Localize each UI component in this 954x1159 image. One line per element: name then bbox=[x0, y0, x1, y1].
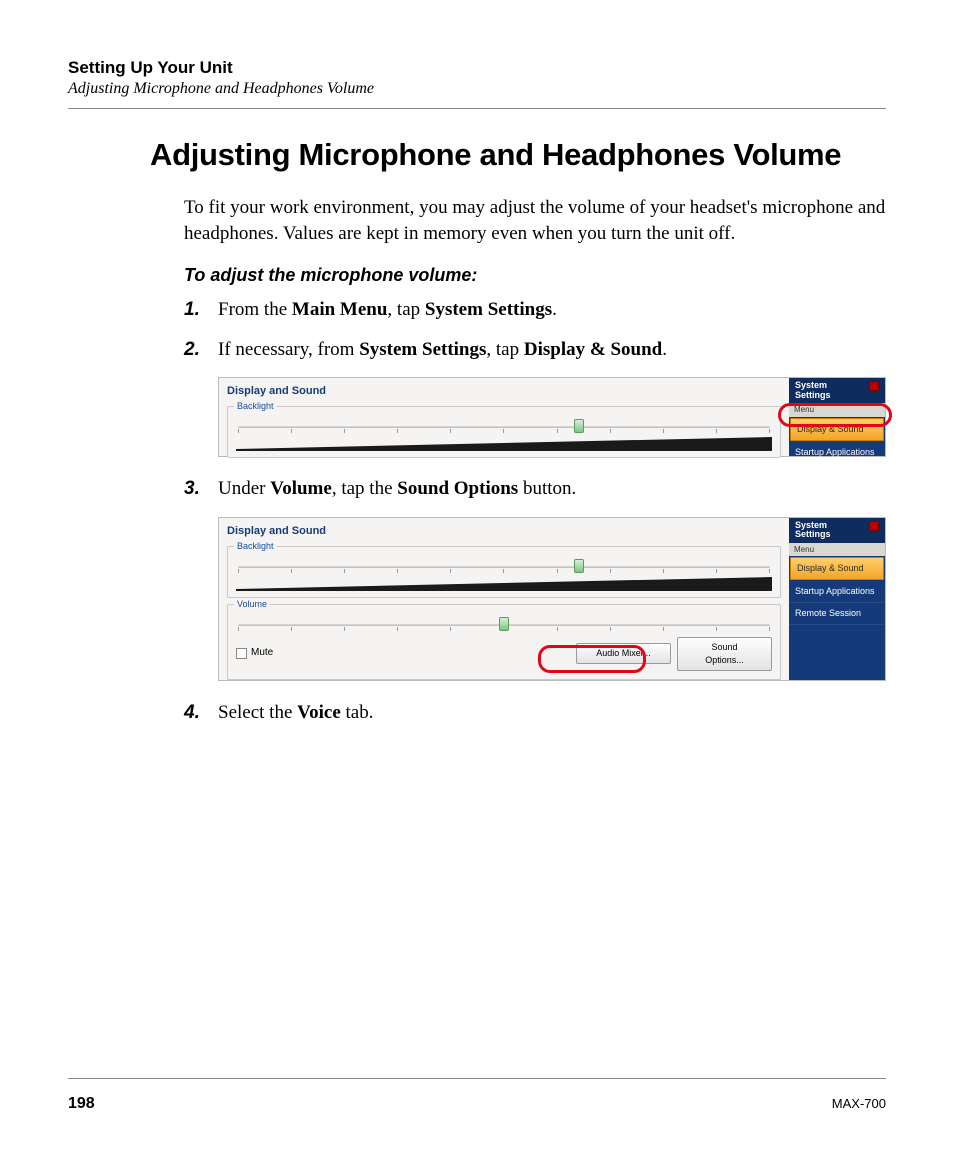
step-number: 4. bbox=[184, 699, 200, 727]
panel-title: Display and Sound bbox=[227, 384, 781, 400]
sidebar-item-display-sound[interactable]: Display & Sound bbox=[790, 418, 884, 441]
sidebar-menu-label: Menu bbox=[789, 403, 885, 417]
running-section: Adjusting Microphone and Headphones Volu… bbox=[68, 80, 886, 98]
sound-options-button[interactable]: Sound Options... bbox=[677, 637, 772, 671]
step-3: 3. Under Volume, tap the Sound Options b… bbox=[184, 475, 886, 681]
sidebar: System Settings Menu Display & Sound Sta… bbox=[789, 378, 885, 456]
header-rule bbox=[68, 108, 886, 109]
sidebar-item-startup-apps[interactable]: Startup Applications bbox=[789, 442, 885, 464]
close-icon[interactable] bbox=[869, 521, 879, 531]
page-number: 198 bbox=[68, 1095, 95, 1113]
sidebar-title: System Settings bbox=[795, 381, 831, 400]
volume-slider[interactable] bbox=[236, 619, 772, 631]
running-chapter: Setting Up Your Unit bbox=[68, 58, 886, 78]
sidebar-item-display-sound[interactable]: Display & Sound bbox=[790, 557, 884, 580]
backlight-label: Backlight bbox=[234, 540, 277, 553]
page-title: Adjusting Microphone and Headphones Volu… bbox=[150, 137, 886, 173]
intro-paragraph: To fit your work environment, you may ad… bbox=[184, 195, 886, 247]
sidebar-item-remote-session[interactable]: Remote Session bbox=[789, 603, 885, 625]
panel-title: Display and Sound bbox=[227, 524, 781, 540]
sidebar-menu-label: Menu bbox=[789, 543, 885, 557]
audio-mixer-button[interactable]: Audio Mixer... bbox=[576, 643, 671, 664]
backlight-slider[interactable] bbox=[236, 561, 772, 573]
step-1: 1. From the Main Menu, tap System Settin… bbox=[184, 296, 886, 324]
sidebar: System Settings Menu Display & Sound Sta… bbox=[789, 518, 885, 680]
brightness-wedge-icon bbox=[236, 577, 772, 591]
step-4: 4. Select the Voice tab. bbox=[184, 699, 886, 727]
backlight-label: Backlight bbox=[234, 400, 277, 413]
procedure-subhead: To adjust the microphone volume: bbox=[184, 265, 886, 286]
screenshot-1: Display and Sound Backlight bbox=[218, 377, 886, 457]
close-icon[interactable] bbox=[869, 381, 879, 391]
step-number: 2. bbox=[184, 336, 200, 364]
brightness-wedge-icon bbox=[236, 437, 772, 451]
screenshot-2: Display and Sound Backlight bbox=[218, 517, 886, 681]
step-number: 1. bbox=[184, 296, 200, 324]
backlight-slider[interactable] bbox=[236, 421, 772, 433]
step-2: 2. If necessary, from System Settings, t… bbox=[184, 336, 886, 458]
volume-label: Volume bbox=[234, 598, 270, 611]
mute-checkbox[interactable]: Mute bbox=[236, 646, 273, 661]
sidebar-title: System Settings bbox=[795, 521, 831, 540]
footer-rule bbox=[68, 1078, 886, 1079]
sidebar-item-startup-apps[interactable]: Startup Applications bbox=[789, 581, 885, 603]
mute-label: Mute bbox=[251, 646, 273, 661]
product-model: MAX-700 bbox=[832, 1096, 886, 1111]
step-number: 3. bbox=[184, 475, 200, 503]
